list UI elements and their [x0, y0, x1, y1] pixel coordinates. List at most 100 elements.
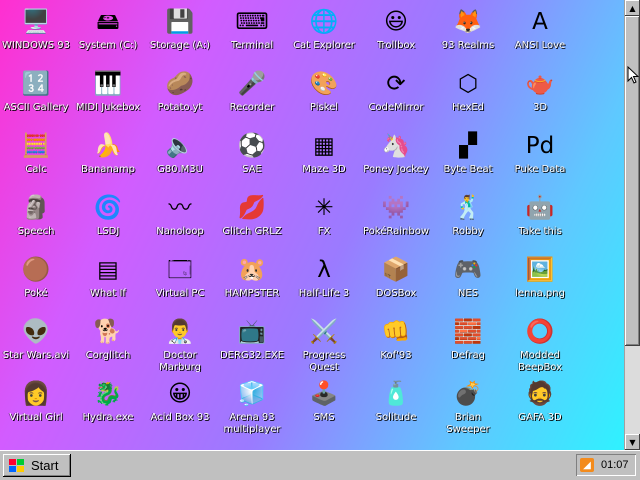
desktop-icon[interactable]: 🌀 LSDJ — [72, 186, 144, 248]
defrag-icon: 🧱 — [453, 319, 483, 345]
desktop-icon-label: WINDOWS 93 — [1, 40, 71, 51]
desktop-icon-label: CodeMirror — [368, 102, 424, 113]
desktop-icon[interactable]: ▦ Maze 3D — [288, 124, 360, 186]
desktop-icon[interactable]: 🎮 NES — [432, 248, 504, 310]
desktop-icon[interactable]: 🧊 Arena 93 multiplayer — [216, 372, 288, 434]
desktop-icon[interactable]: ⌨ Terminal — [216, 0, 288, 62]
desktop-icon-label: Maze 3D — [302, 164, 346, 175]
floppy-drive-icon: 💾 — [165, 9, 195, 35]
desktop-icon-label: Calc — [25, 164, 47, 175]
desktop-icon-label: Corglitch — [85, 350, 131, 361]
derg-monitor-icon: 📺 — [237, 319, 267, 345]
desktop-icon[interactable]: 👩 Virtual Girl — [0, 372, 72, 434]
desktop-icon-label: lenna.png — [515, 288, 565, 299]
desktop-icon[interactable]: 📺 DERG32.EXE — [216, 310, 288, 372]
desktop-icon[interactable]: 📦 DOSBox — [360, 248, 432, 310]
desktop-icon[interactable]: ✳ FX — [288, 186, 360, 248]
microphone-icon: 🎤 — [237, 71, 267, 97]
desktop-icon[interactable]: 💣 Brian Sweeper — [432, 372, 504, 434]
desktop-icon[interactable]: 😀 Acid Box 93 — [144, 372, 216, 434]
desktop-icon[interactable]: 🤖 Take this — [504, 186, 576, 248]
start-button[interactable]: Start — [3, 454, 71, 477]
piano-keys-icon: 🎹 — [93, 71, 123, 97]
desktop-icon[interactable]: 👾 PokéRainbow — [360, 186, 432, 248]
desktop-icon-label: HexEd — [451, 102, 485, 113]
desktop-icon[interactable]: 🫖 3D — [504, 62, 576, 124]
desktop-icon[interactable]: 👨‍⚕️ Doctor Marburg — [144, 310, 216, 372]
desktop-icon[interactable]: 🔢 ASCII Gallery — [0, 62, 72, 124]
desktop-icon-label: DOSBox — [375, 288, 417, 299]
desktop-icon[interactable]: ⬡ HexEd — [432, 62, 504, 124]
desktop-icon[interactable]: 🧮 Calc — [0, 124, 72, 186]
desktop-icon[interactable]: 🗿 Speech — [0, 186, 72, 248]
hexagon-cube-icon: ⬡ — [457, 71, 479, 97]
desktop-icon[interactable]: 🖥️ WINDOWS 93 — [0, 0, 72, 62]
desktop-icon[interactable]: ▞ Byte Beat — [432, 124, 504, 186]
desktop-icon[interactable]: 🧱 Defrag — [432, 310, 504, 372]
virtual-girl-icon: 👩 — [21, 381, 51, 407]
desktop-icon[interactable]: λ Half-Life 3 — [288, 248, 360, 310]
desktop-icon[interactable]: 🧔 GAFA 3D — [504, 372, 576, 434]
virtual-pc-icon: 🗔 — [167, 257, 193, 283]
desktop-icon[interactable]: 🖼️ lenna.png — [504, 248, 576, 310]
desktop-icon[interactable]: 🐹 HAMPSTER — [216, 248, 288, 310]
ansi-letter-icon: A — [532, 9, 548, 35]
desktop-icon[interactable]: 🕺 Robby — [432, 186, 504, 248]
desktop-icon[interactable]: 🕹️ SMS — [288, 372, 360, 434]
desktop-icon-label: Trollbox — [376, 40, 416, 51]
pony-icon: 🦄 — [381, 133, 411, 159]
half-life-icon: λ — [317, 257, 331, 283]
desktop-icon[interactable]: 🦊 93 Realms — [432, 0, 504, 62]
desktop-icon[interactable]: 🌐 Cat Explorer — [288, 0, 360, 62]
desktop-icon[interactable]: 😃 Trollbox — [360, 0, 432, 62]
desktop-icon[interactable]: 🎨 Piskel — [288, 62, 360, 124]
desktop-icon-label: Progress Quest — [302, 350, 346, 372]
desktop-icon[interactable]: 🎹 MIDI Jukebox — [72, 62, 144, 124]
desktop-icon[interactable]: 🧴 Solitude — [360, 372, 432, 434]
desktop-icon[interactable]: 🥔 Potato.yt — [144, 62, 216, 124]
desktop-icon[interactable]: 👽 Star Wars.avi — [0, 310, 72, 372]
palette-icon: 🎨 — [309, 71, 339, 97]
acid-smiley-icon: 😀 — [168, 381, 192, 407]
desktop-icon[interactable]: 🔈 G80.M3U — [144, 124, 216, 186]
desktop-icon[interactable]: ▤ What If — [72, 248, 144, 310]
scroll-down-button[interactable]: ▼ — [625, 434, 640, 450]
desktop-icon-label: Poney Jockey — [363, 164, 429, 175]
fighter-icon: 👊 — [381, 319, 411, 345]
scroll-up-button[interactable]: ▲ — [625, 0, 640, 16]
desktop-icon-label: LSDJ — [96, 226, 120, 237]
desktop-icon[interactable]: 🗔 Virtual PC — [144, 248, 216, 310]
speech-face-icon: 🗿 — [21, 195, 51, 221]
desktop-icon[interactable]: 🐕 Corglitch — [72, 310, 144, 372]
desktop-icon-label: FX — [317, 226, 331, 237]
desktop-icon[interactable]: 💋 Glitch GRLZ — [216, 186, 288, 248]
desktop-icon[interactable]: 🦄 Poney Jockey — [360, 124, 432, 186]
desktop-icon[interactable]: ⭕ Modded BeepBox — [504, 310, 576, 372]
desktop-icon[interactable]: Pd Puke Data — [504, 124, 576, 186]
desktop-icon[interactable]: A ANSI Love — [504, 0, 576, 62]
desktop-icon[interactable]: 🟤 Poké — [0, 248, 72, 310]
mouse-pointer-icon — [627, 66, 639, 84]
desktop-icon-label: Arena 93 multiplayer — [223, 412, 281, 434]
desktop-icon[interactable]: 🐉 Hydra.exe — [72, 372, 144, 434]
terminal-icon: ⌨ — [235, 9, 269, 35]
atom-icon: ✳ — [314, 195, 334, 221]
desktop-icon[interactable]: 💾 Storage (A:) — [144, 0, 216, 62]
desktop-icon[interactable]: 〰 Nanoloop — [144, 186, 216, 248]
rss-icon[interactable]: ◢ — [580, 458, 594, 472]
dragon-icon: 🐉 — [93, 381, 123, 407]
image-file-icon: 🖼️ — [525, 257, 555, 283]
desktop-icon-label: Byte Beat — [443, 164, 493, 175]
maze-icon: ▦ — [313, 133, 335, 159]
desktop-icon[interactable]: ⟳ CodeMirror — [360, 62, 432, 124]
desktop-icon[interactable]: ⚽ SAE — [216, 124, 288, 186]
desktop-icon[interactable]: 🎤 Recorder — [216, 62, 288, 124]
desktop-icon[interactable]: 🖴 System (C:) — [72, 0, 144, 62]
desktop-icon[interactable]: ⚔️ Progress Quest — [288, 310, 360, 372]
desktop-icon-label: Piskel — [309, 102, 339, 113]
desktop-icon[interactable]: 🍌 Bananamp — [72, 124, 144, 186]
desktop-icon[interactable]: 👊 Kof'93 — [360, 310, 432, 372]
corgi-icon: 🐕 — [93, 319, 123, 345]
doctor-icon: 👨‍⚕️ — [165, 319, 195, 345]
desktop-icon-label: Acid Box 93 — [150, 412, 210, 423]
